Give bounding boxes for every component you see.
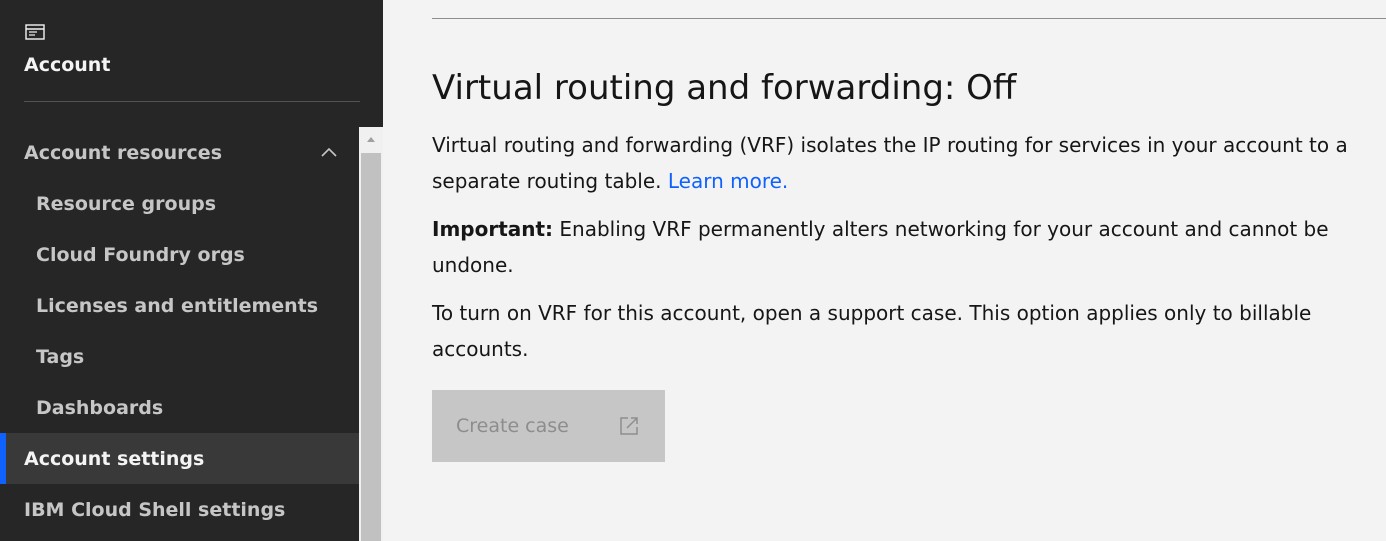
- account-card-icon: [25, 24, 45, 40]
- sidebar-item-licenses[interactable]: Licenses and entitlements: [0, 280, 359, 331]
- sidebar-item-label: Resource groups: [36, 192, 216, 215]
- sidebar-item-resource-groups[interactable]: Resource groups: [0, 178, 359, 229]
- vrf-intro-text: Virtual routing and forwarding (VRF) iso…: [432, 133, 1348, 193]
- section-divider: [432, 18, 1386, 19]
- sidebar-item-label: Account settings: [24, 447, 205, 470]
- sidebar-item-label: Dashboards: [36, 396, 164, 419]
- sidebar-item-label: Licenses and entitlements: [36, 294, 319, 317]
- sidebar: Account Account resources Resource group…: [0, 0, 383, 541]
- sidebar-title: Account: [24, 54, 111, 76]
- scroll-up-arrow-icon: [367, 137, 375, 142]
- sidebar-item-dashboards[interactable]: Dashboards: [0, 382, 359, 433]
- vrf-important-note: Important: Enabling VRF permanently alte…: [432, 211, 1367, 283]
- vrf-description: Virtual routing and forwarding (VRF) iso…: [432, 127, 1367, 199]
- chevron-up-icon[interactable]: [318, 145, 340, 159]
- vrf-instruction: To turn on VRF for this account, open a …: [432, 301, 1312, 361]
- sidebar-item-label: Tags: [36, 345, 85, 368]
- important-text: Enabling VRF permanently alters networki…: [432, 217, 1329, 277]
- sidebar-item-account-settings[interactable]: Account settings: [0, 433, 359, 484]
- create-case-label: Create case: [456, 415, 569, 437]
- scroll-up-button[interactable]: [359, 127, 383, 151]
- sidebar-item-tags[interactable]: Tags: [0, 331, 359, 382]
- nav-section-account-resources[interactable]: Account resources: [0, 127, 359, 178]
- learn-more-link[interactable]: Learn more.: [668, 169, 788, 193]
- page-heading: Virtual routing and forwarding: Off: [432, 68, 1017, 108]
- sidebar-scrollbar[interactable]: [359, 127, 383, 541]
- nav-section-label: Account resources: [24, 141, 223, 164]
- sidebar-divider: [24, 101, 360, 102]
- sidebar-item-label: IBM Cloud Shell settings: [24, 498, 286, 521]
- create-case-button[interactable]: Create case: [432, 390, 665, 462]
- launch-icon: [620, 417, 638, 435]
- main-content: Virtual routing and forwarding: Off Virt…: [383, 0, 1386, 541]
- important-label: Important:: [432, 217, 554, 241]
- sidebar-item-label: Cloud Foundry orgs: [36, 243, 245, 266]
- sidebar-item-cloud-shell-settings[interactable]: IBM Cloud Shell settings: [0, 484, 359, 535]
- scroll-thumb[interactable]: [361, 153, 381, 541]
- sidebar-item-cloud-foundry-orgs[interactable]: Cloud Foundry orgs: [0, 229, 359, 280]
